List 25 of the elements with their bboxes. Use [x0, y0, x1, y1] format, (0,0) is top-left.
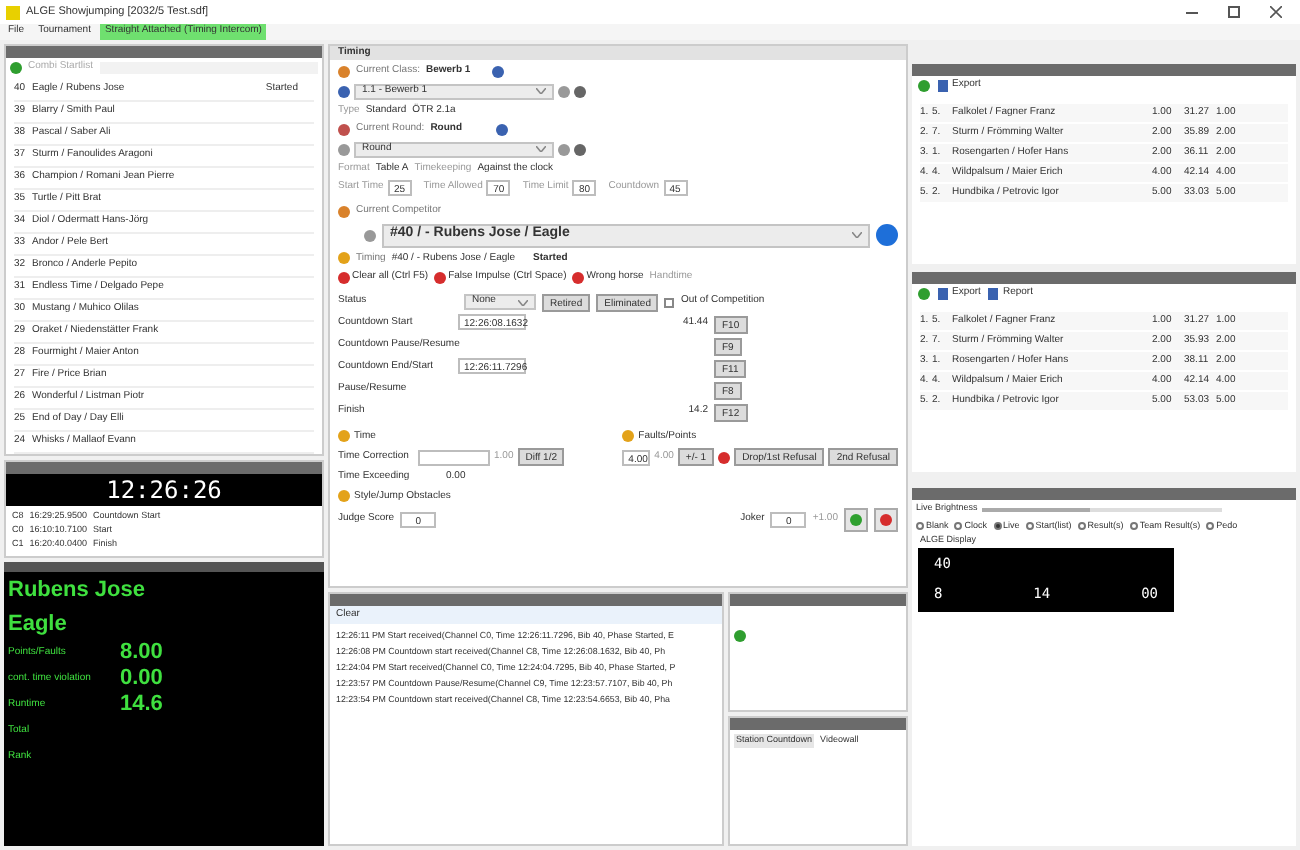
chevron-icon	[536, 146, 546, 152]
score-value: 14.6	[120, 690, 163, 721]
radio-button[interactable]	[1129, 522, 1138, 530]
radio-button[interactable]	[1077, 522, 1086, 530]
clock-display: 12:26:26	[6, 474, 322, 506]
remove-button[interactable]	[874, 508, 898, 532]
maximize-button[interactable]	[1228, 6, 1240, 18]
radio-button[interactable]	[993, 522, 1002, 530]
rider-name: Rubens Jose	[8, 576, 147, 606]
radio-button[interactable]	[1206, 522, 1215, 530]
chevron-icon	[536, 88, 546, 94]
radio-button[interactable]	[1025, 522, 1034, 530]
close-button[interactable]	[1270, 6, 1282, 18]
time-correction-field[interactable]	[418, 449, 490, 465]
horse-name: Eagle	[8, 609, 69, 639]
score-value: 0.00	[120, 664, 163, 694]
add-button[interactable]	[844, 508, 868, 532]
checkbox[interactable]	[664, 297, 675, 307]
chevron-icon	[518, 299, 528, 305]
score-value: 8.00	[120, 638, 163, 668]
minimize-button[interactable]	[1186, 11, 1198, 13]
app-icon	[6, 5, 20, 19]
radio-button[interactable]	[954, 522, 963, 530]
chevron-icon	[852, 232, 862, 238]
radio-button[interactable]	[916, 522, 924, 530]
